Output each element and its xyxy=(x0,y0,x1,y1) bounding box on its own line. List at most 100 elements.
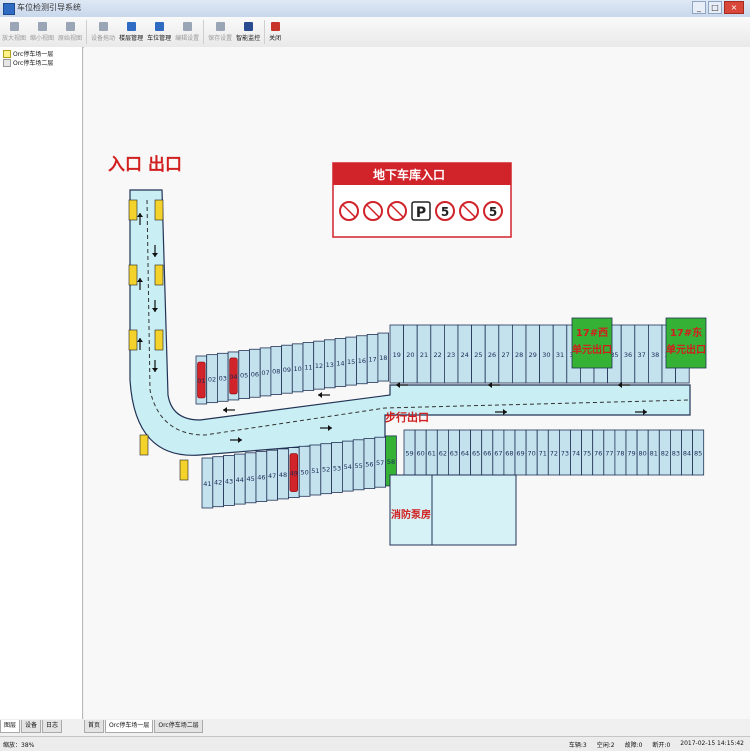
toolbar-icon xyxy=(9,22,19,31)
slot-number-43: 43 xyxy=(225,477,233,485)
slot-number-27: 27 xyxy=(501,351,509,359)
slot-number-56: 56 xyxy=(365,461,373,469)
slot-number-75: 75 xyxy=(583,450,591,458)
toolbar-icon xyxy=(37,22,47,31)
toolbar: 放大视图 缩小视图 原始视图 设备拖动 楼层管理 车位管理 编辑设置 保存设置 智能监控 关闭 xyxy=(0,17,750,48)
toolbar-button-1[interactable]: 缩小视图 xyxy=(28,17,56,47)
slot-number-51: 51 xyxy=(311,467,319,475)
status-item-1: 空闲:2 xyxy=(596,742,615,749)
toolbar-button-7[interactable]: 编辑设置 xyxy=(173,17,201,47)
hazard-stripe xyxy=(179,459,189,481)
toolbar-icon xyxy=(243,22,253,31)
slot-number-63: 63 xyxy=(450,450,458,458)
maximize-button[interactable]: □ xyxy=(708,1,722,14)
tree-item-floor-2[interactable]: Orc停车场二层 xyxy=(0,58,82,67)
slot-number-08: 08 xyxy=(272,368,280,376)
toolbar-button-label: 关闭 xyxy=(269,35,282,42)
slot-number-30: 30 xyxy=(542,351,550,359)
status-item-4: 2017-02-15 14:15:42 xyxy=(680,740,744,747)
slot-number-14: 14 xyxy=(336,359,344,367)
toolbar-button-label: 设备拖动 xyxy=(91,35,116,42)
toolbar-button-6[interactable]: 车位管理 xyxy=(145,17,173,47)
slot-number-26: 26 xyxy=(488,351,496,359)
slot-number-19: 19 xyxy=(393,351,401,359)
slot-number-62: 62 xyxy=(439,450,447,458)
floor-tree-panel: Orc停车场一层 Orc停车场二层 xyxy=(0,47,83,719)
slot-number-79: 79 xyxy=(627,450,635,458)
toolbar-icon xyxy=(126,22,136,31)
slot-number-80: 80 xyxy=(639,450,647,458)
toolbar-button-2[interactable]: 原始视图 xyxy=(56,17,84,47)
slot-number-60: 60 xyxy=(417,450,425,458)
slot-number-22: 22 xyxy=(433,351,441,359)
toolbar-button-10[interactable]: 智能监控 xyxy=(234,17,262,47)
slot-number-50: 50 xyxy=(300,468,308,476)
speed-limit-text: 5 xyxy=(441,205,449,219)
slot-number-41: 41 xyxy=(203,480,211,488)
hazard-stripe xyxy=(128,329,138,351)
toolbar-button-label: 保存设置 xyxy=(208,35,233,42)
parking-sign-text: P xyxy=(416,205,426,221)
toolbar-button-label: 楼层管理 xyxy=(119,35,144,42)
toolbar-separator xyxy=(203,20,205,44)
left-tab-0[interactable]: 图层 xyxy=(0,720,21,733)
slot-number-38: 38 xyxy=(651,351,659,359)
slot-number-53: 53 xyxy=(333,464,341,472)
toolbar-button-0[interactable]: 放大视图 xyxy=(0,17,28,47)
hazard-stripe xyxy=(154,199,164,221)
exit-east-box-line2: 单元出口 xyxy=(666,343,706,356)
toolbar-icon xyxy=(98,22,108,31)
slot-number-49: 49 xyxy=(290,470,298,478)
hazard-stripe xyxy=(139,434,149,456)
status-item-3: 断开:0 xyxy=(652,742,671,749)
slot-number-13: 13 xyxy=(326,361,334,369)
toolbar-button-4[interactable]: 设备拖动 xyxy=(89,17,117,47)
slot-number-42: 42 xyxy=(214,479,222,487)
left-tab-1[interactable]: 设备 xyxy=(21,720,42,733)
slot-number-57: 57 xyxy=(376,459,384,467)
doc-tab-2[interactable]: Orc停车场二层 xyxy=(154,720,203,733)
walk-exit-label: 步行出口 xyxy=(385,410,429,424)
status-item-2: 故障:0 xyxy=(624,742,643,749)
entrance-exit-label: 入口 出口 xyxy=(108,154,182,175)
slot-number-28: 28 xyxy=(515,351,523,359)
slot-number-46: 46 xyxy=(257,474,265,482)
slot-number-77: 77 xyxy=(605,450,613,458)
slot-number-15: 15 xyxy=(347,358,355,366)
slot-number-66: 66 xyxy=(483,450,491,458)
exit-west-box xyxy=(571,317,613,369)
floor-icon xyxy=(3,49,11,58)
parking-map: 入口 出口 地下车库入口P 5 501 02 03 04 05 06 07 08 09 10 11 12 13… xyxy=(108,154,707,546)
toolbar-button-9[interactable]: 保存设置 xyxy=(206,17,234,47)
close-window-button[interactable]: × xyxy=(724,1,744,14)
slot-number-45: 45 xyxy=(246,475,254,483)
left-tab-2[interactable]: 日志 xyxy=(42,720,63,733)
toolbar-button-12[interactable]: 关闭 xyxy=(267,17,283,47)
tree-item-label: Orc停车场二层 xyxy=(13,60,54,67)
tree-item-floor-1[interactable]: Orc停车场一层 xyxy=(0,49,82,58)
slot-number-71: 71 xyxy=(539,450,547,458)
toolbar-icon xyxy=(65,22,75,31)
slot-number-21: 21 xyxy=(420,351,428,359)
slot-number-09: 09 xyxy=(283,366,291,374)
slot-number-29: 29 xyxy=(529,351,537,359)
slot-number-72: 72 xyxy=(550,450,558,458)
status-item-0: 车辆:3 xyxy=(568,742,587,749)
minimize-button[interactable]: _ xyxy=(692,1,706,14)
doc-tab-0[interactable]: 首页 xyxy=(84,720,105,733)
slot-number-69: 69 xyxy=(516,450,524,458)
slot-number-07: 07 xyxy=(261,369,269,377)
slot-number-83: 83 xyxy=(672,450,680,458)
slot-number-76: 76 xyxy=(594,450,602,458)
slot-number-01: 01 xyxy=(197,377,205,385)
slot-number-10: 10 xyxy=(294,365,302,373)
zoom-level: 缩放：38% xyxy=(3,742,35,749)
document-tabs: 首页 Orc停车场一层 Orc停车场二层 xyxy=(84,720,204,734)
toolbar-button-5[interactable]: 楼层管理 xyxy=(117,17,145,47)
floor-icon xyxy=(3,58,11,67)
entrance-sign-title: 地下车库入口 xyxy=(373,167,445,182)
app-icon xyxy=(3,3,15,15)
toolbar-icon xyxy=(215,22,225,31)
slot-number-73: 73 xyxy=(561,450,569,458)
doc-tab-1[interactable]: Orc停车场一层 xyxy=(105,720,154,733)
